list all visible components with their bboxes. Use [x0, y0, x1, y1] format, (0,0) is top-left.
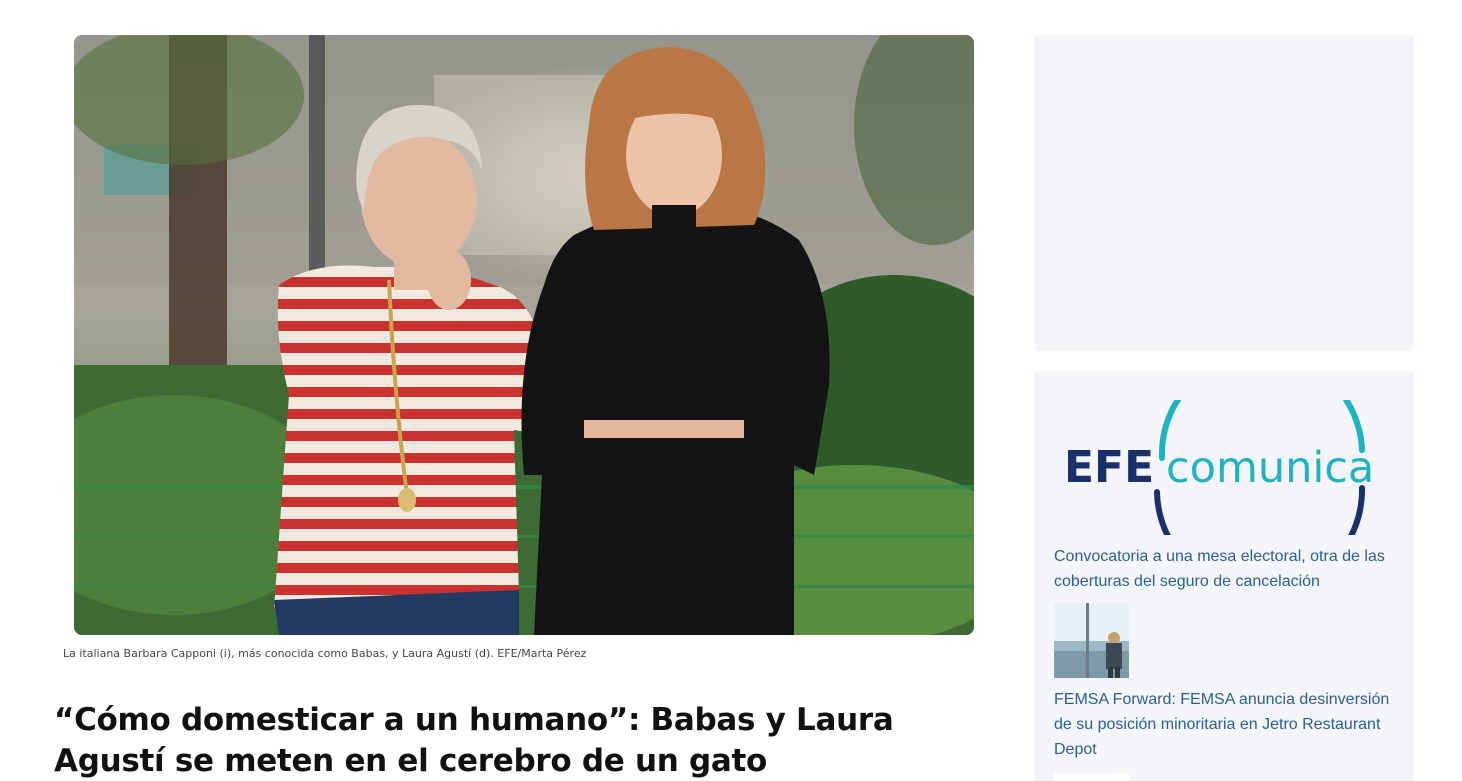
efe-comunica-logo[interactable]: EFE comunica — [1062, 400, 1388, 535]
sidebar-news-link[interactable]: Convocatoria a una mesa electoral, otra … — [1054, 544, 1394, 594]
logo-comunica-text: comunica — [1166, 443, 1374, 493]
photo-caption: La italiana Barbara Capponi (i), más con… — [63, 647, 587, 660]
news-thumbnail[interactable] — [1054, 773, 1129, 781]
sidebar-news-link[interactable]: FEMSA Forward: FEMSA anuncia desinversió… — [1054, 687, 1394, 762]
logo-efe-text: EFE — [1064, 442, 1154, 493]
article-headline: “Cómo domesticar a un humano”: Babas y L… — [54, 702, 894, 779]
article-hero-photo — [74, 35, 974, 635]
news-thumbnail[interactable] — [1054, 603, 1129, 678]
ad-placeholder — [1034, 35, 1414, 351]
